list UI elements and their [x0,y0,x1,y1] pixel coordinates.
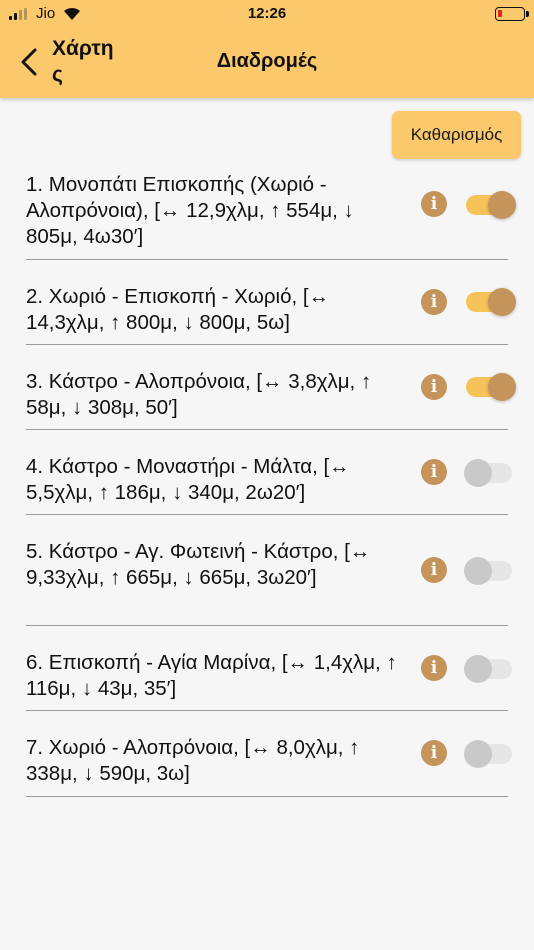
route-label: 2. Χωριό - Επισκοπή - Χωριό, [↔ 14,3χλμ,… [26,285,330,334]
route-label: 6. Επισκοπή - Αγία Μαρίνα, [↔ 1,4χλμ, ↑ … [26,651,397,700]
route-row: 2. Χωριό - Επισκοπή - Χωριό, [↔ 14,3χλμ,… [26,284,516,345]
battery-icon [495,7,529,21]
info-icon[interactable]: i [421,289,447,315]
route-row: 7. Χωριό - Αλοπρόνοια, [↔ 8,0χλμ, ↑ 338μ… [26,735,512,797]
route-row: 5. Κάστρο - Αγ. Φωτεινή - Κάστρο, [↔ 9,3… [26,539,512,626]
route-label: 1. Μονοπάτι Επισκοπής (Χωριό - Αλοπρόνοι… [26,173,354,248]
route-row: 1. Μονοπάτι Επισκοπής (Χωριό - Αλοπρόνοι… [26,172,516,260]
route-toggle[interactable] [466,191,516,219]
route-label: 5. Κάστρο - Αγ. Φωτεινή - Κάστρο, [↔ 9,3… [26,540,371,589]
route-label: 4. Κάστρο - Μοναστήρι - Μάλτα, [↔ 5,5χλμ… [26,455,350,504]
route-label: 7. Χωριό - Αλοπρόνοια, [↔ 8,0χλμ, ↑ 338μ… [26,736,360,785]
info-icon[interactable]: i [421,655,447,681]
route-toggle[interactable] [464,557,512,585]
page-title: Διαδρομές [216,50,318,72]
route-row: 6. Επισκοπή - Αγία Μαρίνα, [↔ 1,4χλμ, ↑ … [26,650,512,711]
status-time: 12:26 [247,5,287,22]
route-toggle[interactable] [464,459,512,487]
route-toggle[interactable] [464,740,512,768]
info-icon[interactable]: i [421,459,447,485]
info-icon[interactable]: i [421,740,447,766]
route-label: 3. Κάστρο - Αλοπρόνοια, [↔ 3,8χλμ, ↑ 58μ… [26,370,372,419]
status-bar: Jio 12:26 [0,0,534,28]
route-toggle[interactable] [466,373,516,401]
route-row: 3. Κάστρο - Αλοπρόνοια, [↔ 3,8χλμ, ↑ 58μ… [26,369,516,430]
route-row: 4. Κάστρο - Μοναστήρι - Μάλτα, [↔ 5,5χλμ… [26,454,512,515]
clear-button[interactable]: Καθαρισμός [392,111,521,159]
info-icon[interactable]: i [421,191,447,217]
route-toggle[interactable] [464,655,512,683]
info-icon[interactable]: i [421,557,447,583]
info-icon[interactable]: i [421,374,447,400]
route-toggle[interactable] [466,288,516,316]
app-header: Jio 12:26 Χάρτης Διαδρομές [0,0,534,98]
